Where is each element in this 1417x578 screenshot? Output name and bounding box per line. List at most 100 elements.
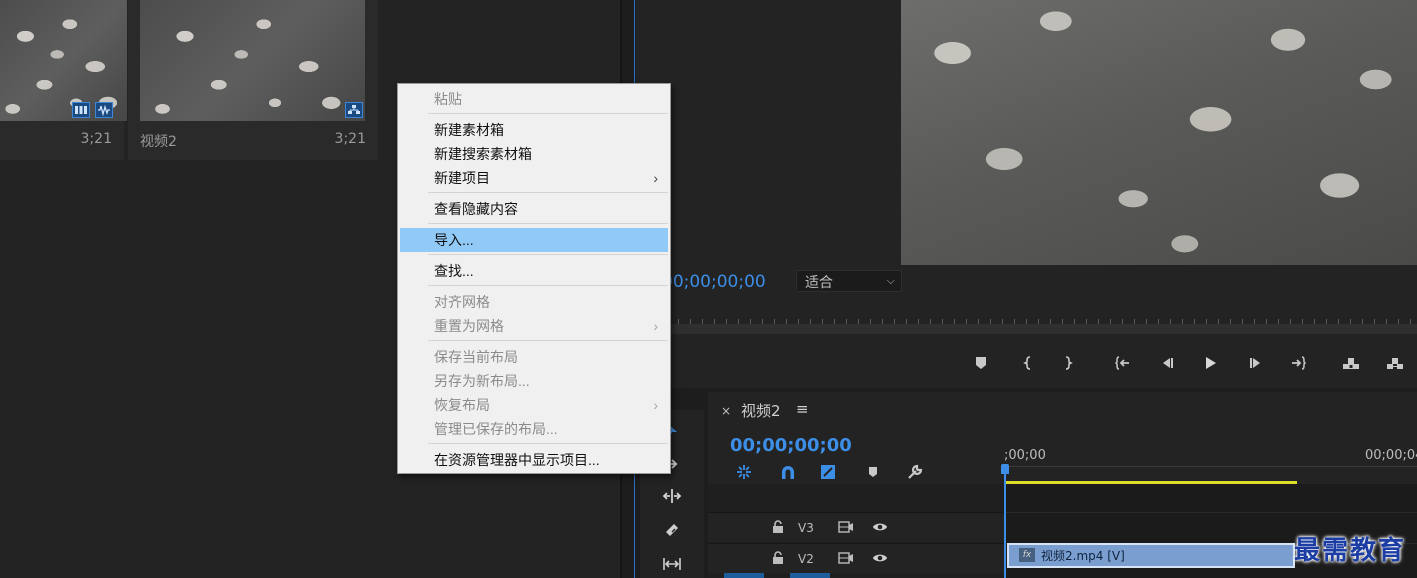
- step-forward-icon[interactable]: [1243, 350, 1269, 376]
- eye-icon[interactable]: [872, 519, 890, 535]
- ruler-tick: [1374, 319, 1375, 324]
- ruler-tick: [942, 319, 943, 324]
- track-label[interactable]: V3: [798, 521, 814, 535]
- menu-item-reveal-in-explorer[interactable]: 在资源管理器中显示项目...: [400, 448, 668, 472]
- ruler-tick: [846, 319, 847, 324]
- linked-selection-icon[interactable]: [817, 461, 839, 483]
- ruler-tick: [1386, 319, 1387, 324]
- step-back-icon[interactable]: [1154, 350, 1180, 376]
- fx-badge-icon: fx: [1019, 548, 1035, 562]
- track-header-v2[interactable]: V2: [708, 543, 1004, 573]
- track-source-v1[interactable]: [790, 573, 830, 578]
- video-badge-icon: [72, 102, 90, 118]
- program-time-ruler[interactable]: [662, 306, 1417, 336]
- ruler-tick: [822, 319, 823, 324]
- menu-item-label: 新建项目: [434, 170, 490, 186]
- menu-item-manage-layouts[interactable]: 管理已保存的布局...: [400, 417, 668, 441]
- menu-item-import[interactable]: 导入...: [400, 228, 668, 252]
- menu-item-reset-to-grid[interactable]: 重置为网格 ›: [400, 314, 668, 338]
- track-target-v1[interactable]: [724, 573, 764, 578]
- lock-icon[interactable]: [770, 550, 786, 566]
- timeline-timecode[interactable]: 00;00;00;00: [730, 435, 852, 456]
- fit-select[interactable]: 适合 ⌵: [796, 270, 902, 292]
- ruler-tick: [1314, 319, 1315, 324]
- ruler-tick: [978, 319, 979, 324]
- track-header-v3[interactable]: V3: [708, 512, 1004, 542]
- clip-thumbnail[interactable]: [140, 0, 365, 121]
- ruler-tick: [1242, 319, 1243, 324]
- menu-separator: [428, 340, 668, 341]
- wrench-icon[interactable]: [904, 461, 926, 483]
- razor-tool-icon[interactable]: [660, 518, 684, 542]
- add-marker-icon[interactable]: [862, 461, 884, 483]
- ruler-tick: [726, 319, 727, 324]
- program-video-frame[interactable]: [901, 0, 1417, 265]
- menu-item-new-search-bin[interactable]: 新建搜索素材箱: [400, 142, 668, 166]
- project-clip-card[interactable]: 视频2 3;21: [128, 0, 378, 160]
- timeline-clip[interactable]: fx 视频2.mp4 [V]: [1007, 543, 1295, 568]
- ruler-tick: [1254, 319, 1255, 324]
- chevron-down-icon: ⌵: [886, 274, 895, 287]
- ruler-tick: [834, 319, 835, 324]
- ruler-tick: [786, 319, 787, 324]
- panel-menu-icon[interactable]: ≡: [796, 400, 809, 418]
- menu-separator: [428, 285, 668, 286]
- menu-item-label: 查找...: [434, 263, 474, 279]
- mark-out-icon[interactable]: [1055, 350, 1081, 376]
- nest-toggle-icon[interactable]: [733, 461, 755, 483]
- mark-in-icon[interactable]: [1015, 350, 1041, 376]
- ripple-edit-tool-icon[interactable]: [660, 484, 684, 508]
- snap-magnet-icon[interactable]: [777, 461, 799, 483]
- menu-item-label: 在资源管理器中显示项目...: [434, 452, 600, 468]
- clip-duration: 3;21: [334, 131, 366, 147]
- ruler-tick: [1050, 319, 1051, 324]
- timeline-ruler[interactable]: [1004, 466, 1417, 467]
- ruler-tick: [1098, 319, 1099, 324]
- playhead[interactable]: [1004, 466, 1006, 578]
- program-timecode[interactable]: 00;00;00;00: [662, 272, 766, 292]
- timeline-ruler-start: ;00;00: [1004, 448, 1046, 463]
- play-icon[interactable]: [1197, 350, 1223, 376]
- ruler-tick: [1266, 319, 1267, 324]
- sync-lock-icon[interactable]: [838, 519, 854, 535]
- menu-item-align-to-grid[interactable]: 对齐网格: [400, 290, 668, 314]
- ruler-tick: [1398, 319, 1399, 324]
- lift-icon[interactable]: [1338, 350, 1364, 376]
- menu-item-save-layout[interactable]: 保存当前布局: [400, 345, 668, 369]
- ruler-tick: [690, 319, 691, 324]
- menu-item-label: 新建素材箱: [434, 122, 504, 138]
- menu-item-find[interactable]: 查找...: [400, 259, 668, 283]
- menu-item-label: 管理已保存的布局...: [434, 421, 558, 437]
- slip-tool-icon[interactable]: [660, 552, 684, 576]
- ruler-tick: [798, 319, 799, 324]
- ruler-tick: [1122, 319, 1123, 324]
- ruler-tick: [810, 319, 811, 324]
- timeline-ruler-end: 00;00;04: [1365, 448, 1417, 463]
- menu-item-new-bin[interactable]: 新建素材箱: [400, 118, 668, 142]
- ruler-tick: [1278, 319, 1279, 324]
- ruler-scale-bar[interactable]: [662, 324, 1417, 334]
- sync-lock-icon[interactable]: [838, 550, 854, 566]
- project-clip-card[interactable]: 3;21: [0, 0, 127, 160]
- eye-icon[interactable]: [872, 550, 890, 566]
- marker-icon[interactable]: [968, 350, 994, 376]
- menu-item-label: 重置为网格: [434, 318, 504, 334]
- go-to-in-icon[interactable]: [1110, 350, 1136, 376]
- extract-icon[interactable]: [1382, 350, 1408, 376]
- ruler-tick: [1326, 319, 1327, 324]
- menu-item-new-item[interactable]: 新建项目 ›: [400, 166, 668, 190]
- lock-icon[interactable]: [770, 519, 786, 535]
- sequence-tab[interactable]: 视频2: [741, 400, 781, 421]
- menu-item-view-hidden[interactable]: 查看隐藏内容: [400, 197, 668, 221]
- close-icon[interactable]: ×: [721, 404, 731, 418]
- ruler-tick: [966, 319, 967, 324]
- ruler-tick: [1038, 319, 1039, 324]
- menu-item-label: 恢复布局: [434, 397, 490, 413]
- menu-item-save-as-new-layout[interactable]: 另存为新布局...: [400, 369, 668, 393]
- ruler-tick: [762, 319, 763, 324]
- track-label[interactable]: V2: [798, 552, 814, 566]
- go-to-out-icon[interactable]: [1285, 350, 1311, 376]
- menu-item-restore-layout[interactable]: 恢复布局 ›: [400, 393, 668, 417]
- menu-item-paste[interactable]: 粘贴: [400, 87, 668, 111]
- playhead-handle[interactable]: [1001, 464, 1009, 474]
